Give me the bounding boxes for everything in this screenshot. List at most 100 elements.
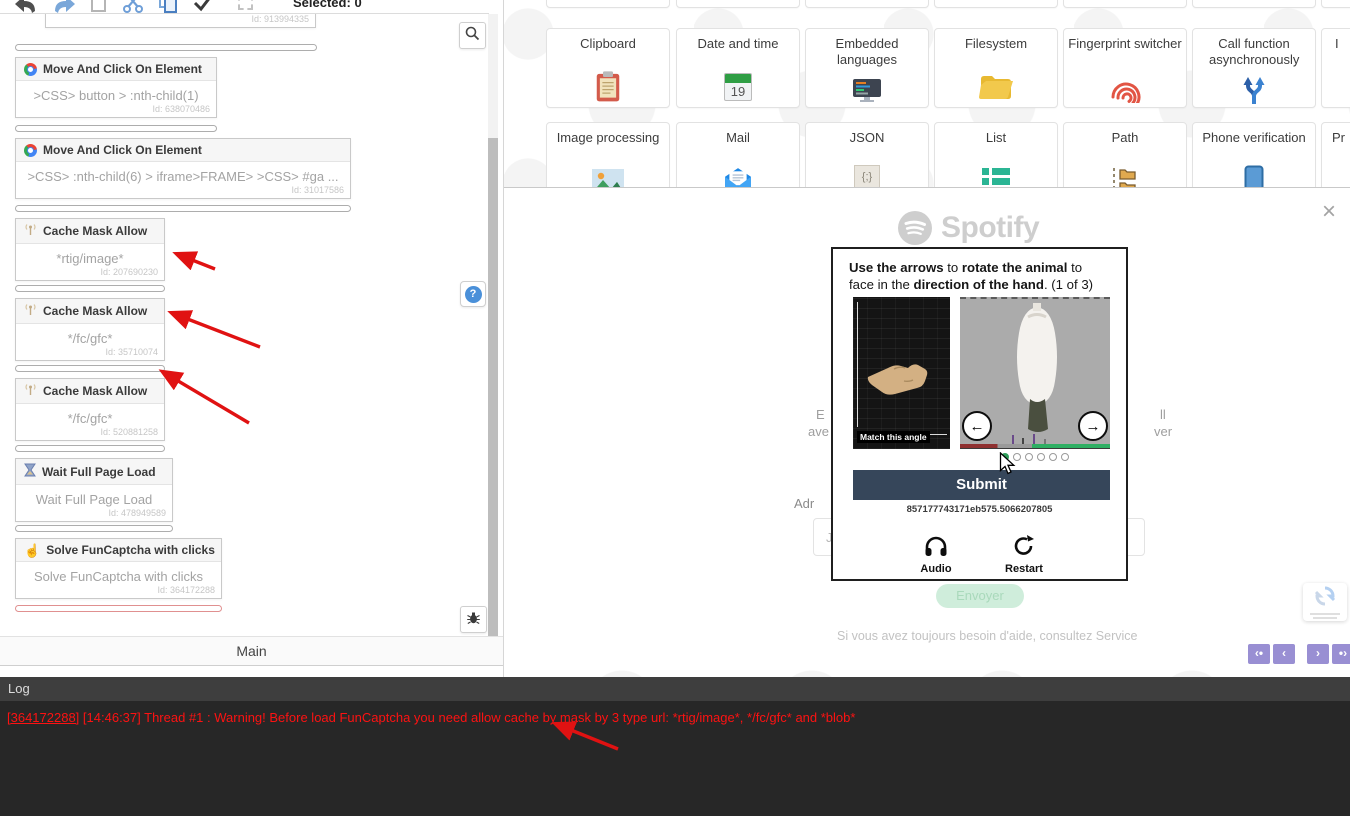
pager-last-button[interactable]: •› <box>1332 644 1350 664</box>
module-card-path[interactable]: Path <box>1063 122 1187 187</box>
action-block-move-click-2[interactable]: Move And Click On Element >CSS> :nth-chi… <box>15 138 351 199</box>
cut-icon[interactable] <box>122 0 144 13</box>
search-button[interactable] <box>459 22 486 49</box>
redo-icon[interactable] <box>52 0 76 13</box>
help-button[interactable]: ? <box>460 281 486 307</box>
block-body: Solve FunCaptcha with clicks <box>16 562 221 585</box>
module-card-mail[interactable]: Mail <box>676 122 800 187</box>
action-block-cache-mask-3[interactable]: Cache Mask Allow */fc/gfc* Id: 520881258 <box>15 378 165 441</box>
module-card-fingerprint-switcher[interactable]: Fingerprint switcher <box>1063 28 1187 108</box>
rotate-right-button[interactable]: → <box>1078 411 1108 441</box>
selection-mode-icon[interactable] <box>238 0 253 10</box>
module-card-cut[interactable] <box>1063 0 1187 8</box>
browser-action-icon <box>24 144 37 157</box>
pager-first-button[interactable]: ‹• <box>1248 644 1270 664</box>
connector[interactable] <box>15 525 173 532</box>
validate-icon[interactable] <box>192 0 214 13</box>
block-id: Id: 478949589 <box>16 508 172 521</box>
connector[interactable] <box>15 445 165 452</box>
block-body: */fc/gfc* <box>16 404 164 427</box>
block-body: >CSS> button > :nth-child(1) <box>16 81 216 104</box>
log-entry-id-link[interactable]: [364172288] <box>7 710 79 725</box>
antenna-icon <box>24 223 37 239</box>
block-id: Id: 913994335 <box>46 14 315 27</box>
phone-icon <box>1193 163 1315 187</box>
help-icon: ? <box>465 286 482 303</box>
module-card-partial-2[interactable]: Pr <box>1321 122 1350 187</box>
address-label: Adr <box>794 496 814 511</box>
restart-icon <box>1013 535 1035 557</box>
tab-main[interactable]: Main <box>0 636 503 666</box>
action-block-solve-funcaptcha[interactable]: ☝Solve FunCaptcha with clicks Solve FunC… <box>15 538 222 599</box>
action-block-cache-mask-2[interactable]: Cache Mask Allow */fc/gfc* Id: 35710074 <box>15 298 165 361</box>
toolbar: Selected: 0 <box>0 0 489 14</box>
match-angle-label: Match this angle <box>857 431 930 443</box>
module-card-json[interactable]: JSON {;}JSON <box>805 122 929 187</box>
hourglass-icon <box>24 463 36 480</box>
module-card-cut[interactable] <box>934 0 1058 8</box>
spotify-logo: Spotify <box>897 210 1039 246</box>
progress-dot <box>1049 453 1057 461</box>
path-folders-icon <box>1064 163 1186 187</box>
bug-icon <box>466 610 481 630</box>
module-card-cut[interactable] <box>676 0 800 8</box>
block-id: Id: 638070486 <box>16 104 216 117</box>
search-icon <box>465 26 480 46</box>
module-card-embedded-languages[interactable]: Embedded languages <box>805 28 929 108</box>
connector[interactable] <box>15 44 317 51</box>
module-card-cut[interactable] <box>805 0 929 8</box>
captcha-reference-image: Match this angle <box>853 297 950 449</box>
module-card-list[interactable]: List <box>934 122 1058 187</box>
rotate-left-button[interactable]: ← <box>962 411 992 441</box>
connector-highlighted[interactable] <box>15 605 222 612</box>
block-title: Cache Mask Allow <box>43 384 147 398</box>
animal-image <box>1000 303 1074 445</box>
module-card-cut[interactable] <box>1321 0 1350 8</box>
block-title: Solve FunCaptcha with clicks <box>46 543 215 557</box>
action-block-wait-load[interactable]: Wait Full Page Load Wait Full Page Load … <box>15 458 173 522</box>
right-panel: Clipboard Date and time 19 Embedded lang… <box>503 0 1350 677</box>
module-card-call-function-async[interactable]: Call function asynchronously <box>1192 28 1316 108</box>
audio-button[interactable]: Audio <box>900 535 972 575</box>
module-card-partial-1[interactable]: I <box>1321 28 1350 108</box>
action-block-cache-mask-1[interactable]: Cache Mask Allow *rtig/image* Id: 207690… <box>15 218 165 281</box>
module-card-image-processing[interactable]: Image processing <box>546 122 670 187</box>
scrollbar-thumb[interactable] <box>488 138 498 662</box>
connector[interactable] <box>15 365 165 372</box>
module-card-date-time[interactable]: Date and time 19 <box>676 28 800 108</box>
image-icon <box>547 163 669 187</box>
action-block-move-click-1[interactable]: Move And Click On Element >CSS> button >… <box>15 57 217 118</box>
log-header: Log <box>0 677 1350 701</box>
connector[interactable] <box>15 205 351 212</box>
fingerprint-icon <box>1064 69 1186 105</box>
module-card-filesystem[interactable]: Filesystem <box>934 28 1058 108</box>
paste-icon[interactable] <box>90 0 108 13</box>
connector[interactable] <box>15 125 217 132</box>
pager-prev-button[interactable]: ‹ <box>1273 644 1295 664</box>
block-body: >CSS> :nth-child(6) > iframe>FRAME> >CSS… <box>16 162 350 185</box>
restart-button[interactable]: Restart <box>988 535 1060 575</box>
recaptcha-badge[interactable] <box>1303 583 1347 621</box>
module-card-cut[interactable] <box>1192 0 1316 8</box>
headphones-icon <box>924 535 948 557</box>
browser-view: Spotify × E ave ll ver Adr Je Envoyer Si… <box>504 187 1350 666</box>
send-button[interactable]: Envoyer <box>936 584 1024 608</box>
close-icon[interactable]: × <box>1316 200 1342 226</box>
antenna-icon <box>24 303 37 319</box>
undo-icon[interactable] <box>14 0 38 13</box>
rotation-progress-bar <box>960 444 1110 448</box>
action-block-partial[interactable]: Id: 913994335 <box>45 14 316 28</box>
block-id: Id: 520881258 <box>16 427 164 440</box>
submit-button[interactable]: Submit <box>853 470 1110 500</box>
module-card-phone-verification[interactable]: Phone verification <box>1192 122 1316 187</box>
copy-icon[interactable] <box>158 0 178 13</box>
captcha-instruction: Use the arrows to rotate the animal to f… <box>833 249 1126 300</box>
debug-button[interactable] <box>460 606 487 633</box>
connector[interactable] <box>15 285 165 292</box>
module-card-cut[interactable] <box>546 0 670 8</box>
selected-count: Selected: 0 <box>293 0 362 10</box>
pager-next-button[interactable]: › <box>1307 644 1329 664</box>
block-title: Move And Click On Element <box>43 143 202 157</box>
block-title: Cache Mask Allow <box>43 224 147 238</box>
module-card-clipboard[interactable]: Clipboard <box>546 28 670 108</box>
